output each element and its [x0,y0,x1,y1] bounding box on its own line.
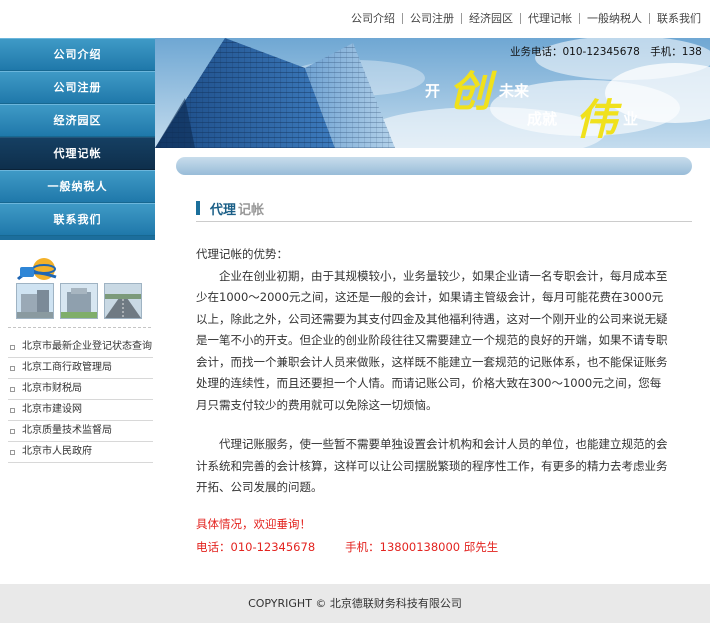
highway-thumbnail[interactable] [104,283,142,319]
link-industry-commerce-bureau[interactable]: 北京工商行政管理局 [22,358,112,378]
page-title-part-1: 代理 [210,203,237,218]
page-title: 代理 记帐 [196,199,692,222]
sidebar-menu: 公司介绍 公司注册 经济园区 代理记帐 一般纳税人 联系我们 [0,38,155,240]
top-nav-company-intro[interactable]: 公司介绍 [344,10,402,26]
header-banner: 业务电话：010-12345678 手机：138 开 创 未来 成就 伟 业 [155,38,710,148]
article-paragraph-2: 代理记账服务，使一些暂不需要单独设置会计机构和会计人员的单位，也能建立规范的会计… [196,437,668,494]
office-building-thumbnail[interactable] [16,283,54,319]
contact-numbers: 电话：010-12345678 手机：13800138000 邱先生 [196,536,672,559]
content-top-bar [176,157,692,175]
list-item: 北京市人民政府 [8,442,153,463]
top-nav-bookkeeping[interactable]: 代理记帐 [521,10,579,26]
list-item: 北京市最新企业登记状态查询 [8,337,153,358]
top-nav-economic-park[interactable]: 经济园区 [462,10,520,26]
slogan-part-4: 成就 [527,110,558,128]
related-links-list: 北京市最新企业登记状态查询 北京工商行政管理局 北京市财税局 北京市建设网 北京… [8,337,153,463]
globe-logo-icon [16,258,57,281]
list-item: 北京工商行政管理局 [8,358,153,379]
title-marker [196,201,200,215]
slogan-part-2: 创 [449,67,492,116]
menu-bottom-edge [0,236,155,240]
top-nav-list: 公司介绍 公司注册 经济园区 代理记帐 一般纳税人 联系我们 [344,10,708,26]
sidebar-item-bookkeeping[interactable]: 代理记帐 [0,137,155,170]
contact-heading: 具体情况，欢迎垂询！ [196,516,311,531]
link-quality-supervision-bureau[interactable]: 北京质量技术监督局 [22,421,112,441]
article-intro: 代理记帐的优势： [196,247,288,261]
square-bullet-icon [10,365,15,371]
square-bullet-icon [10,344,15,350]
campus-building-thumbnail[interactable] [60,283,98,319]
top-nav-contact-us[interactable]: 联系我们 [650,10,708,26]
footer-copyright: COPYRIGHT © 北京德联财务科技有限公司 [248,597,462,610]
slogan-part-5: 伟 [575,95,618,144]
square-bullet-icon [10,407,15,413]
link-finance-tax-bureau[interactable]: 北京市财税局 [22,379,82,399]
square-bullet-icon [10,386,15,392]
footer: COPYRIGHT © 北京德联财务科技有限公司 [0,584,710,623]
article-body: 代理记帐的优势： 企业在创业初期，由于其规模较小，业务量较少，如果企业请一名专职… [196,244,672,559]
top-navigation: 公司介绍 公司注册 经济园区 代理记帐 一般纳税人 联系我们 [0,0,710,38]
contact-info: 具体情况，欢迎垂询！ 电话：010-12345678 手机：13800138000… [196,513,672,559]
sidebar-item-company-intro[interactable]: 公司介绍 [0,38,155,71]
square-bullet-icon [10,449,15,455]
banner-phone-numbers: 业务电话：010-12345678 手机：138 [510,46,702,58]
thumbnail-gallery [16,283,142,319]
contact-mobile: 手机：13800138000 邱先生 [345,539,499,554]
sidebar-item-general-taxpayer[interactable]: 一般纳税人 [0,170,155,203]
list-item: 北京市财税局 [8,379,153,400]
top-nav-company-registration[interactable]: 公司注册 [403,10,461,26]
sidebar-item-company-registration[interactable]: 公司注册 [0,71,155,104]
slogan-part-6: 业 [623,110,639,128]
list-item: 北京质量技术监督局 [8,421,153,442]
list-item: 北京市建设网 [8,400,153,421]
top-nav-general-taxpayer[interactable]: 一般纳税人 [580,10,649,26]
sidebar-item-economic-park[interactable]: 经济园区 [0,104,155,137]
link-construction-network[interactable]: 北京市建设网 [22,400,82,420]
link-municipal-government[interactable]: 北京市人民政府 [22,442,92,462]
divider [8,327,151,328]
link-enterprise-registration-query[interactable]: 北京市最新企业登记状态查询 [22,337,152,357]
article-paragraph-1: 企业在创业初期，由于其规模较小，业务量较少，如果企业请一名专职会计，每月成本至少… [196,268,668,412]
page-title-part-2: 记帐 [238,203,265,218]
left-sidebar: 公司介绍 公司注册 经济园区 代理记帐 一般纳税人 联系我们 北京市最新企业登记… [0,38,155,584]
slogan-part-1: 开 [425,82,441,100]
slogan-part-3: 未来 [499,82,530,100]
sidebar-item-contact-us[interactable]: 联系我们 [0,203,155,236]
square-bullet-icon [10,428,15,434]
contact-telephone: 电话：010-12345678 [196,539,316,554]
